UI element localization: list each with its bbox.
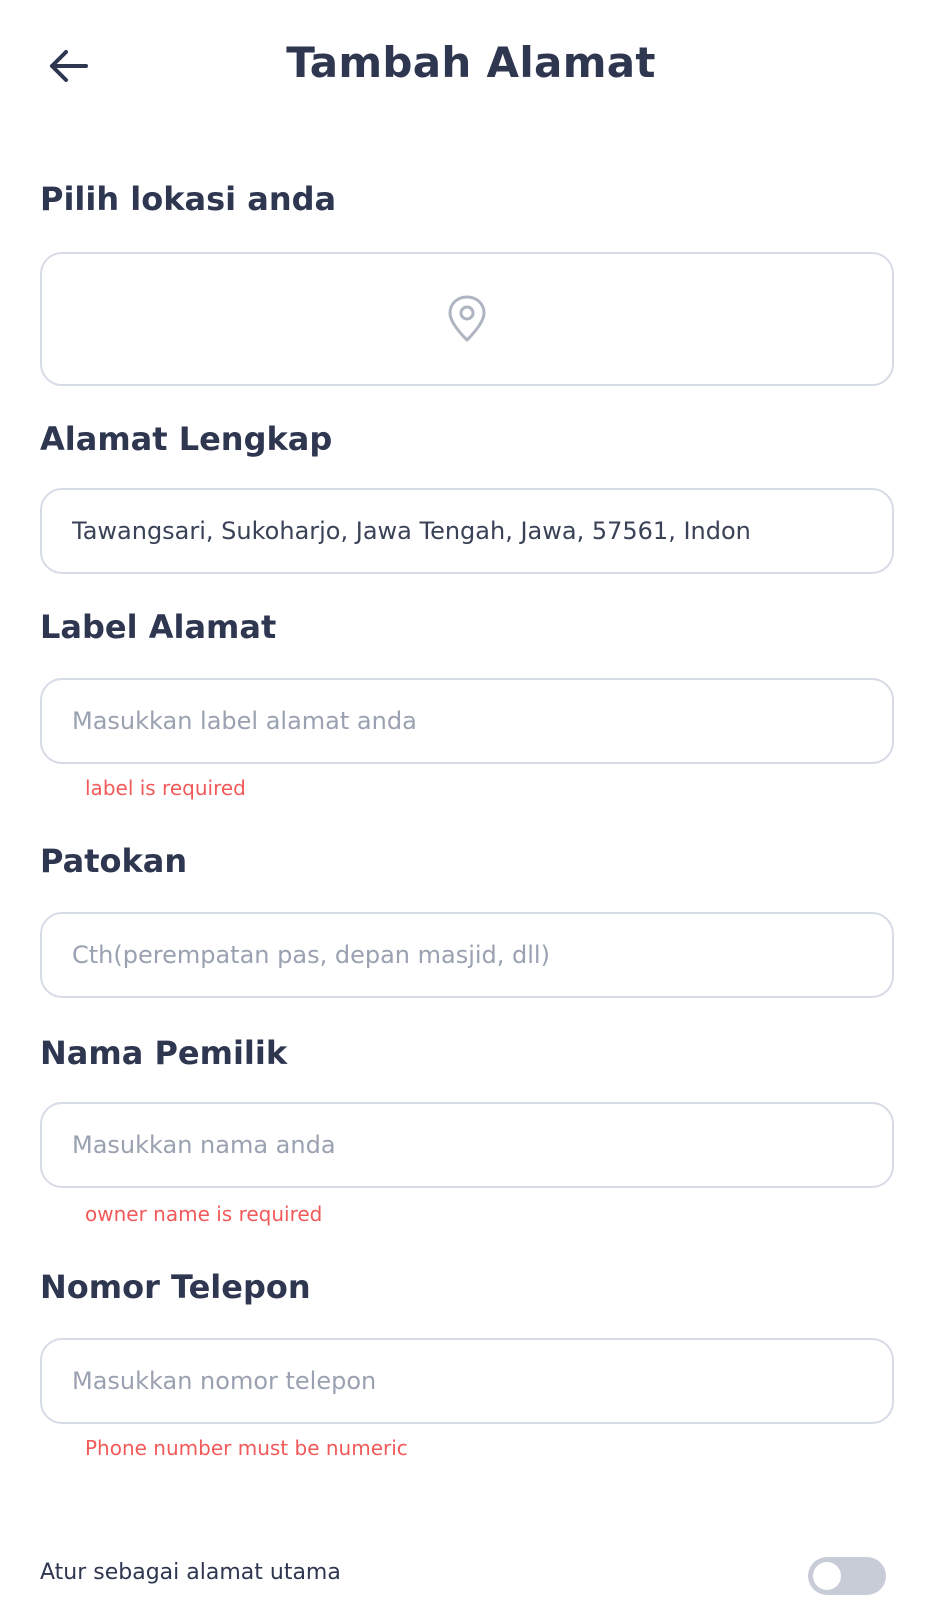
phone-label: Nomor Telepon [40,1268,311,1306]
phone-field[interactable] [40,1338,894,1424]
address-label-input[interactable] [72,707,862,735]
address-label-label: Label Alamat [40,608,277,646]
primary-address-toggle[interactable] [808,1557,886,1595]
owner-name-field[interactable] [40,1102,894,1188]
address-label-field[interactable] [40,678,894,764]
location-label: Pilih lokasi anda [40,180,337,218]
full-address-value[interactable]: Tawangsari, Sukoharjo, Jawa Tengah, Jawa… [72,517,862,545]
page-title: Tambah Alamat [286,38,656,87]
landmark-label: Patokan [40,842,188,880]
full-address-field[interactable]: Tawangsari, Sukoharjo, Jawa Tengah, Jawa… [40,488,894,574]
location-picker[interactable] [40,252,894,386]
owner-name-label: Nama Pemilik [40,1034,288,1072]
landmark-input[interactable] [72,941,862,969]
landmark-field[interactable] [40,912,894,998]
owner-name-error: owner name is required [85,1202,323,1226]
add-address-screen: Tambah Alamat Pilih lokasi anda Alamat L… [0,0,942,1599]
address-label-error: label is required [85,776,246,800]
map-pin-icon [448,295,486,342]
full-address-label: Alamat Lengkap [40,420,333,458]
toggle-knob [813,1562,841,1590]
owner-name-input[interactable] [72,1131,862,1159]
primary-address-label: Atur sebagai alamat utama [40,1560,341,1585]
app-header: Tambah Alamat [0,0,942,130]
phone-input[interactable] [72,1367,862,1395]
phone-error: Phone number must be numeric [85,1436,408,1460]
